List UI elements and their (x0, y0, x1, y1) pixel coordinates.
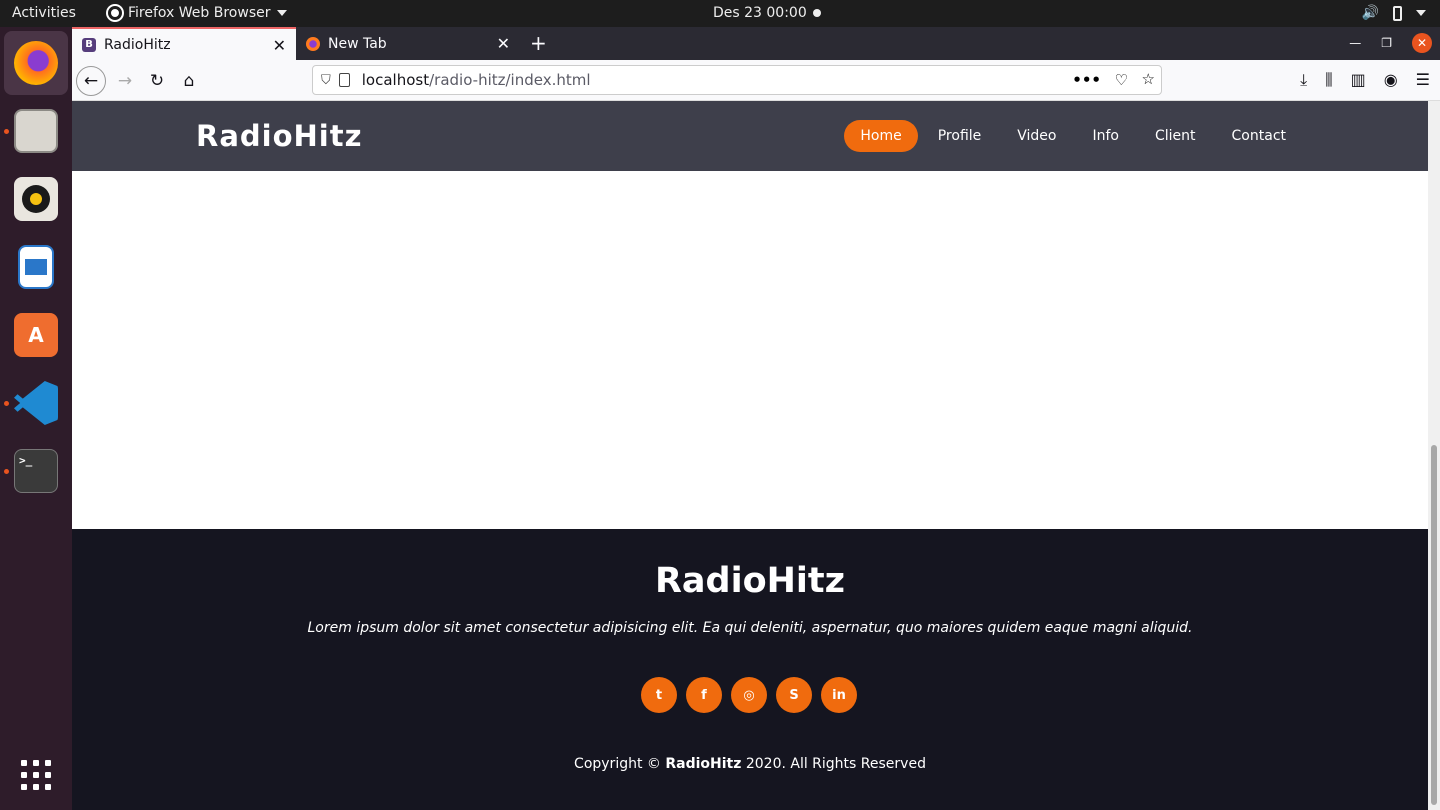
toolbar-right: ⤓ ⫼ ▥ ◉ ☰ (1300, 70, 1430, 90)
reload-icon[interactable]: ↻ (142, 66, 172, 96)
tab-new-tab[interactable]: New Tab ✕ (296, 27, 520, 60)
nav-contact[interactable]: Contact (1216, 120, 1302, 152)
close-tab-icon[interactable]: ✕ (497, 34, 510, 53)
window-controls: — ❐ ✕ (1349, 33, 1432, 53)
firefox-favicon-icon (306, 36, 320, 51)
navigation-toolbar: ← → ↻ ⌂ ⛉ localhost/radio-hitz/index.htm… (72, 60, 1440, 101)
dock: A >_ (0, 27, 72, 810)
volume-icon: 🔊 (1361, 5, 1379, 21)
downloads-icon[interactable]: ⤓ (1300, 70, 1307, 90)
nav-home[interactable]: Home (844, 120, 918, 152)
close-tab-icon[interactable]: ✕ (273, 36, 286, 55)
chevron-down-icon (276, 10, 287, 16)
minimize-icon[interactable]: — (1349, 36, 1361, 50)
linkedin-icon[interactable]: in (821, 677, 857, 713)
tab-title: RadioHitz (104, 36, 171, 53)
app-menu-label: Firefox Web Browser (128, 5, 271, 21)
url-path: /radio-hitz/index.html (429, 71, 591, 89)
restore-icon[interactable]: ❐ (1381, 36, 1392, 50)
apps-grid-icon (21, 760, 51, 790)
dock-software[interactable]: A (4, 303, 68, 367)
back-arrow-icon[interactable]: ← (76, 66, 106, 96)
scrollbar-thumb[interactable] (1431, 445, 1437, 805)
close-window-icon[interactable]: ✕ (1412, 33, 1432, 53)
site-logo[interactable]: RadioHitz (196, 119, 362, 153)
dock-terminal[interactable]: >_ (4, 439, 68, 503)
dock-writer[interactable] (4, 235, 68, 299)
page-icon (338, 73, 350, 87)
footer-title: RadioHitz (654, 561, 846, 601)
bookmark-star-icon[interactable]: ☆ (1142, 70, 1155, 88)
nav-client[interactable]: Client (1139, 120, 1212, 152)
site-header: RadioHitz Home Profile Video Info Client… (72, 101, 1428, 171)
shield-icon[interactable]: ⛉ (321, 73, 331, 88)
dock-rhythmbox[interactable] (4, 167, 68, 231)
sidebar-icon[interactable]: ▥ (1351, 70, 1366, 90)
tab-bar: B RadioHitz ✕ New Tab ✕ + — ❐ ✕ (72, 27, 1440, 60)
tab-title: New Tab (328, 35, 387, 52)
library-icon[interactable]: ⫼ (1325, 70, 1332, 90)
activities-button[interactable]: Activities (12, 5, 76, 21)
status-area[interactable]: 🔊 (1362, 5, 1426, 21)
nav-info[interactable]: Info (1077, 120, 1136, 152)
files-icon (14, 109, 58, 153)
nav-profile[interactable]: Profile (922, 120, 998, 152)
web-page: RadioHitz Home Profile Video Info Client… (72, 101, 1428, 810)
terminal-icon: >_ (14, 449, 58, 493)
notification-dot-icon (813, 9, 821, 17)
account-icon[interactable]: ◉ (1384, 70, 1398, 90)
battery-icon (1393, 5, 1402, 21)
show-applications[interactable] (4, 743, 68, 807)
page-actions-icon[interactable]: ••• (1072, 71, 1101, 89)
software-store-icon: A (14, 313, 58, 357)
vscode-icon (14, 381, 58, 425)
url-bar[interactable]: ⛉ localhost/radio-hitz/index.html ••• ♡ … (312, 65, 1162, 95)
chevron-down-icon (1416, 10, 1426, 16)
nav-video[interactable]: Video (1001, 120, 1072, 152)
dock-vscode[interactable] (4, 371, 68, 435)
footer-description: Lorem ipsum dolor sit amet consectetur a… (307, 620, 1193, 636)
app-menu[interactable]: Firefox Web Browser (108, 5, 287, 21)
menu-icon[interactable]: ☰ (1416, 70, 1430, 90)
pocket-icon[interactable]: ♡ (1115, 71, 1128, 89)
clock[interactable]: Des 23 00:00 (713, 5, 807, 21)
new-tab-plus-icon[interactable]: + (530, 31, 547, 55)
instagram-icon[interactable]: ◎ (731, 677, 767, 713)
twitter-icon[interactable]: t (641, 677, 677, 713)
facebook-icon[interactable]: f (686, 677, 722, 713)
copyright-prefix: Copyright © (574, 756, 661, 772)
system-top-bar: Activities Firefox Web Browser Des 23 00… (0, 0, 1440, 27)
rhythmbox-icon (14, 177, 58, 221)
copyright-suffix: 2020. All Rights Reserved (745, 756, 926, 772)
url-host: localhost (361, 71, 430, 89)
bootstrap-favicon-icon: B (82, 37, 96, 52)
dock-firefox[interactable] (4, 31, 68, 95)
social-links: t f ◎ S in (641, 677, 857, 713)
firefox-icon (14, 41, 58, 85)
home-icon[interactable]: ⌂ (174, 66, 204, 96)
forward-arrow-icon[interactable]: → (110, 66, 140, 96)
copyright: Copyright © RadioHitz 2020. All Rights R… (72, 756, 1428, 772)
writer-icon (18, 245, 54, 289)
skype-icon[interactable]: S (776, 677, 812, 713)
dock-files[interactable] (4, 99, 68, 163)
site-nav: Home Profile Video Info Client Contact (840, 120, 1302, 152)
page-scrollbar[interactable] (1428, 101, 1440, 810)
copyright-brand: RadioHitz (665, 756, 742, 772)
tab-radiohitz[interactable]: B RadioHitz ✕ (72, 27, 296, 60)
site-footer: RadioHitz Lorem ipsum dolor sit amet con… (72, 529, 1428, 810)
firefox-small-icon (108, 6, 122, 20)
